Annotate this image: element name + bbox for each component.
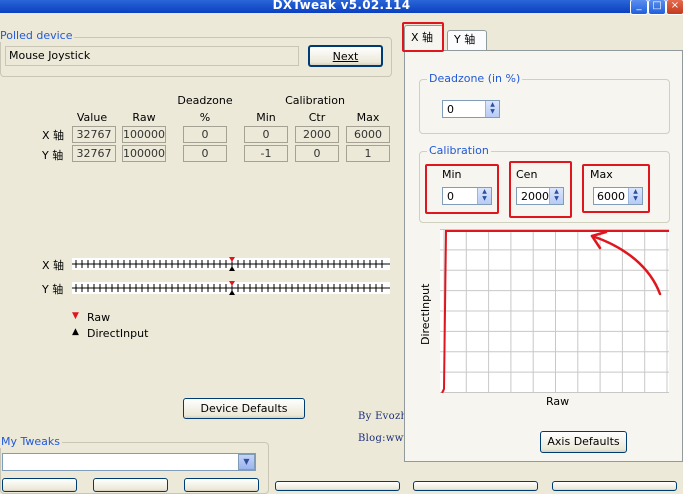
device-name-field: Mouse Joystick	[5, 46, 299, 66]
tweak-button-2[interactable]	[93, 478, 168, 492]
title-bar: DXTweak v5.02.114 _ □ ×	[0, 0, 683, 15]
y-raw: 100000	[122, 145, 166, 162]
directinput-marker-icon: ▲	[72, 327, 79, 337]
deadzone-value: 0	[447, 103, 454, 116]
y-slider-label: Y 轴	[42, 283, 64, 296]
x-axis-slider	[72, 257, 390, 271]
deadzone-unit-header: %	[199, 111, 211, 124]
x-raw: 100000	[122, 126, 166, 143]
y-axis-slider	[72, 281, 390, 295]
x-tab-annotation	[402, 22, 444, 52]
calibration-legend: Calibration	[427, 144, 491, 157]
x-value: 32767	[72, 126, 116, 143]
y-ctr: 0	[295, 145, 339, 162]
device-defaults-button[interactable]: Device Defaults	[183, 398, 305, 419]
min-header: Min	[256, 111, 276, 124]
x-slider-ticks	[72, 257, 390, 271]
bottom-button-2[interactable]	[413, 481, 538, 491]
x-ctr: 2000	[295, 126, 339, 143]
next-button[interactable]: Next	[308, 45, 383, 67]
minimize-icon[interactable]: _	[630, 0, 648, 15]
y-min: -1	[244, 145, 288, 162]
raw-legend-label: Raw	[87, 311, 111, 324]
graph-x-label: Raw	[546, 395, 570, 408]
my-tweaks-legend: My Tweaks	[0, 435, 63, 448]
max-header: Max	[356, 111, 380, 124]
axis-defaults-button[interactable]: Axis Defaults	[540, 431, 627, 453]
annotation-arrow-icon	[590, 230, 662, 296]
bottom-button-1[interactable]	[275, 481, 400, 491]
x-deadzone: 0	[183, 126, 227, 143]
tab-y-axis[interactable]: Y 轴	[447, 30, 487, 51]
y-slider-ticks	[72, 281, 390, 295]
raw-header: Raw	[132, 111, 156, 124]
graph-y-label: DirectInput	[419, 283, 432, 345]
tweaks-select[interactable]	[2, 453, 256, 471]
chevron-down-icon[interactable]: ▼	[238, 454, 255, 470]
directinput-legend-label: DirectInput	[87, 327, 149, 340]
cen-annotation	[509, 161, 572, 218]
bottom-button-3[interactable]	[552, 481, 677, 491]
x-slider-label: X 轴	[42, 259, 65, 272]
x-max: 6000	[346, 126, 390, 143]
spinner-arrows-icon[interactable]: ▲ ▼	[485, 101, 499, 117]
x-row-label: X 轴	[42, 129, 65, 142]
y-value: 32767	[72, 145, 116, 162]
window-title: DXTweak v5.02.114	[272, 0, 411, 12]
value-header: Value	[76, 111, 108, 124]
deadzone-header: Deadzone	[177, 94, 233, 107]
max-annotation	[582, 164, 650, 213]
deadzone-stepper[interactable]: 0 ▲ ▼	[442, 100, 500, 118]
ctr-header: Ctr	[308, 111, 326, 124]
deadzone-legend: Deadzone (in %)	[427, 72, 523, 85]
tweak-button-3[interactable]	[184, 478, 259, 492]
maximize-icon[interactable]: □	[648, 0, 666, 15]
x-min: 0	[244, 126, 288, 143]
polled-device-legend: Polled device	[0, 29, 75, 42]
y-row-label: Y 轴	[42, 149, 64, 162]
close-icon[interactable]: ×	[666, 0, 683, 15]
calibration-header: Calibration	[285, 94, 345, 107]
raw-marker-icon: ▼	[72, 311, 79, 321]
y-deadzone: 0	[183, 145, 227, 162]
y-max: 1	[346, 145, 390, 162]
tweak-button-1[interactable]	[2, 478, 77, 492]
min-annotation	[425, 164, 499, 214]
